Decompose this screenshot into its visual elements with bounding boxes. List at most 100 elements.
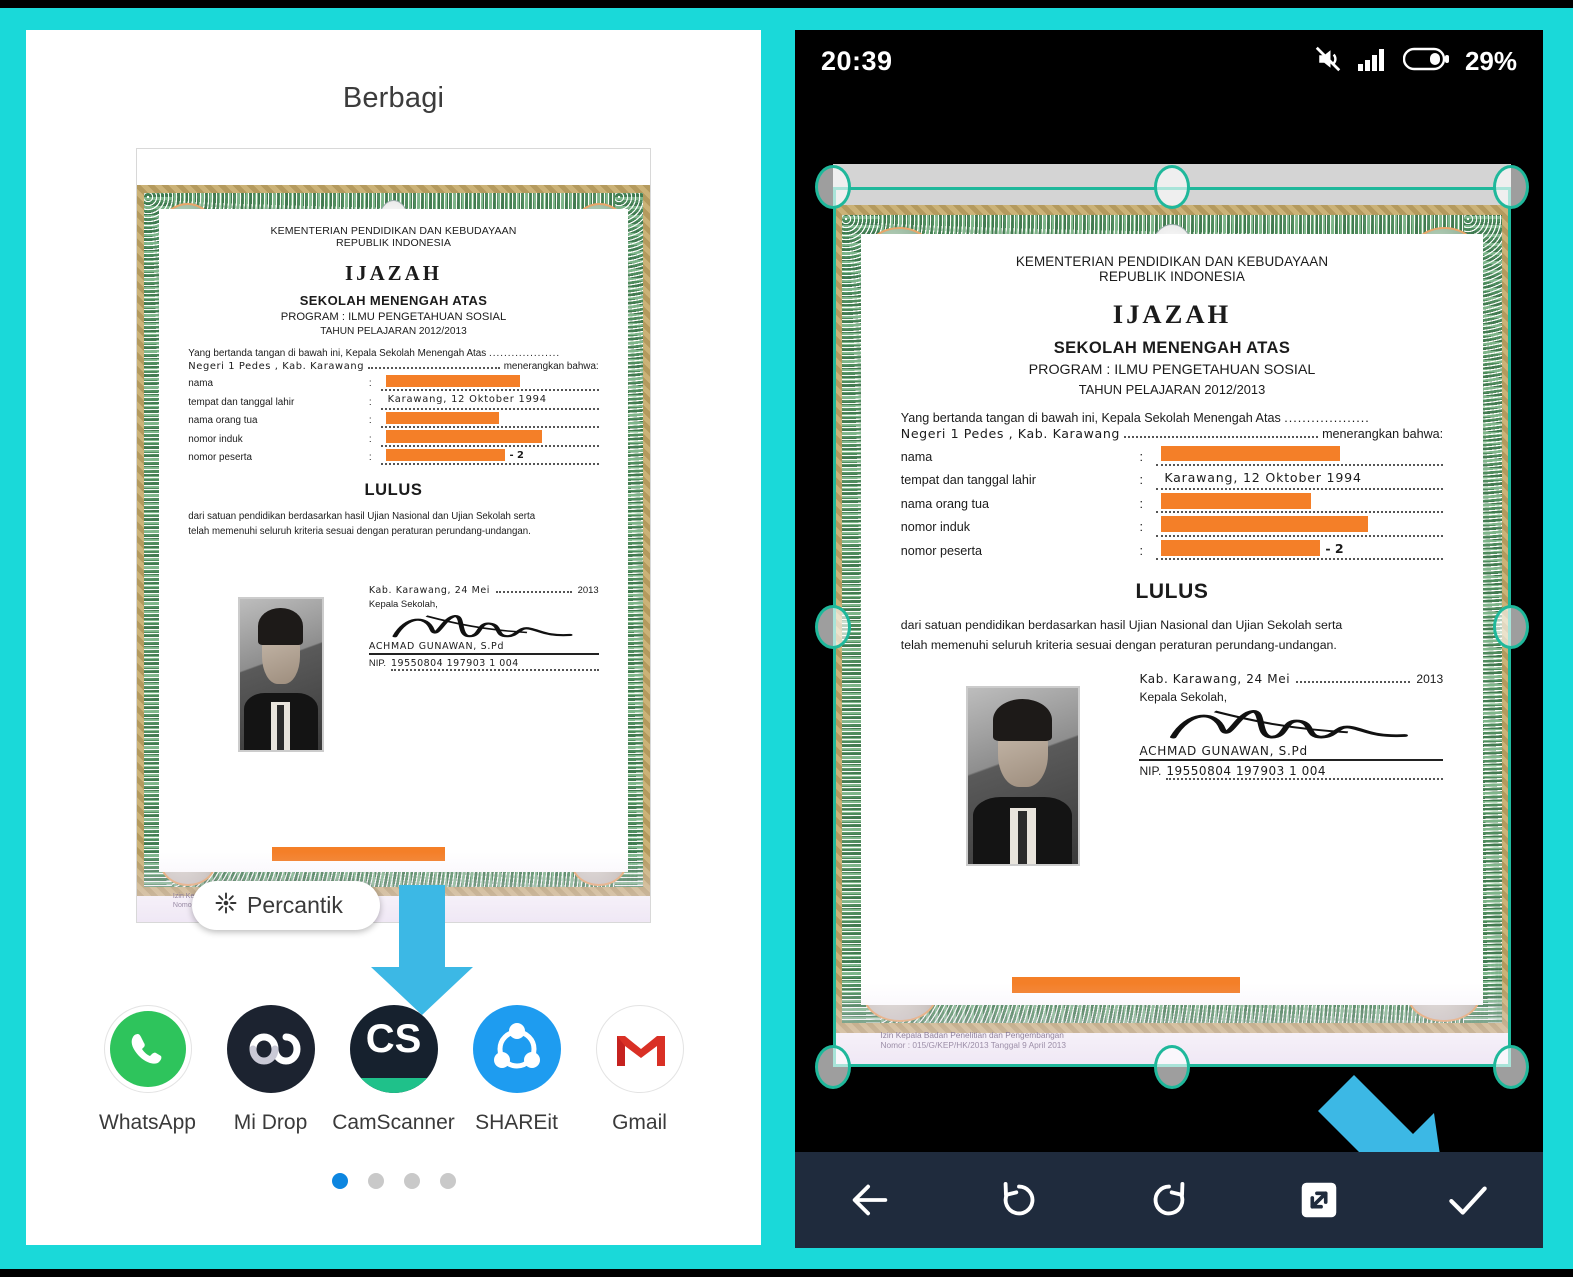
battery-percent: 29%: [1464, 45, 1517, 76]
cert-field-row: nama orang tua :: [900, 492, 1444, 514]
share-app-camscanner[interactable]: CS CamScanner: [332, 1005, 455, 1135]
share-app-whatsapp[interactable]: WhatsApp: [86, 1005, 209, 1135]
redaction-bar: [1161, 445, 1340, 462]
certificate-image: 🦅 KEMENTERIAN PENDIDIKAN DAN KEBUDAYAAN …: [137, 149, 650, 922]
redaction-bar: [1161, 539, 1320, 556]
field-value: [381, 411, 599, 429]
cert-field-row: nomor peserta : - 2: [901, 539, 1444, 561]
whatsapp-icon: [103, 1005, 192, 1093]
crop-handle-top-right[interactable]: [1493, 165, 1529, 209]
camscanner-icon: CS: [349, 1005, 438, 1093]
scanned-page: 🦅 KEMENTERIAN PENDIDIKAN DAN KEBUDAYAAN …: [833, 164, 1511, 1064]
signature-scribble: [1139, 705, 1443, 744]
battery-icon: [1402, 46, 1451, 77]
share-app-midrop[interactable]: Mi Drop: [209, 1005, 332, 1135]
enhance-button[interactable]: Percantik: [192, 881, 380, 930]
crop-canvas[interactable]: 🦅 KEMENTERIAN PENDIDIKAN DAN KEBUDAYAAN …: [795, 92, 1543, 1152]
field-value: [1155, 492, 1444, 514]
cert-statement-2: telah memenuhi seluruh kriteria sesuai d…: [188, 526, 531, 538]
cert-program: PROGRAM : ILMU PENGETAHUAN SOSIAL: [280, 311, 507, 324]
back-button[interactable]: [824, 1154, 916, 1246]
nip-value: 19550804 197903 1 004: [391, 658, 599, 672]
share-app-label: WhatsApp: [99, 1111, 196, 1134]
nip-label: NIP.: [1139, 764, 1162, 779]
field-colon: :: [368, 396, 372, 408]
cert-intro: Yang bertanda tangan di bawah ini, Kepal…: [900, 410, 1370, 425]
cert-result: LULUS: [1135, 580, 1209, 604]
field-colon: :: [1139, 520, 1143, 535]
page-dot-4[interactable]: [439, 1173, 456, 1189]
crop-handle-middle-left[interactable]: [815, 605, 851, 649]
nip-row: NIP. 19550804 197903 1 004: [369, 658, 599, 672]
cert-school-year: TAHUN PELAJARAN 2012/2013: [1078, 382, 1266, 398]
gmail-icon: [595, 1005, 684, 1093]
cert-school-name: Negeri 1 Pedes , Kab. Karawang: [188, 360, 365, 372]
cert-top-margin: [137, 149, 650, 188]
page-dot-2[interactable]: [367, 1173, 384, 1189]
confirm-button[interactable]: [1422, 1154, 1514, 1246]
participant-suffix: - 2: [509, 449, 524, 461]
ministry-line-1: KEMENTERIAN PENDIDIKAN DAN KEBUDAYAAN: [1015, 254, 1329, 269]
cert-intro-text: Yang bertanda tangan di bawah ini, Kepal…: [900, 410, 1281, 425]
signature-place-date: Kab. Karawang, 24 Mei: [368, 584, 490, 596]
signer-name: ACHMAD GUNAWAN, S.Pd: [1139, 744, 1444, 761]
document-preview[interactable]: 🦅 KEMENTERIAN PENDIDIKAN DAN KEBUDAYAAN …: [136, 148, 651, 923]
field-value: [1155, 445, 1444, 466]
camscanner-crop-panel: 20:39 29% KEMENTERIAN PENDIDIKAN DAN KEB…: [795, 30, 1543, 1248]
field-label: nomor induk: [188, 433, 243, 445]
cert-school-name-row: Negeri 1 Pedes , Kab. Karawang menerangk…: [188, 360, 598, 372]
field-label: tempat dan tanggal lahir: [188, 396, 295, 408]
sparkle-icon: [214, 891, 238, 920]
share-app-shareit[interactable]: SHAREit: [455, 1005, 578, 1135]
field-colon: :: [1139, 544, 1143, 559]
crop-handle-bottom-right[interactable]: [1493, 1045, 1529, 1089]
cert-field-list: nama : tempat dan tanggal lahir : Karawa…: [188, 374, 599, 466]
cert-field-row: nomor induk :: [900, 516, 1444, 537]
signature-year: 2013: [577, 584, 599, 596]
photo-tie: [1018, 811, 1028, 864]
field-label: nomor induk: [900, 520, 971, 535]
field-label: nama orang tua: [900, 496, 990, 511]
signal-icon: [1357, 46, 1389, 77]
page-indicator[interactable]: [26, 1173, 761, 1189]
student-photo: [237, 597, 324, 752]
cert-text-body: KEMENTERIAN PENDIDIKAN DAN KEBUDAYAAN RE…: [900, 254, 1444, 974]
page-title: Berbagi: [342, 82, 445, 114]
cert-field-list: nama : tempat dan tanggal lahir : Karawa…: [900, 445, 1444, 561]
share-app-gmail[interactable]: Gmail: [578, 1005, 701, 1135]
redaction-bar: [385, 411, 499, 425]
share-app-label: SHAREit: [475, 1111, 558, 1134]
cert-field-row: nomor peserta : - 2: [188, 448, 599, 466]
crop-handle-middle-right[interactable]: [1493, 605, 1529, 649]
field-label: nama: [900, 449, 933, 464]
rotate-left-button[interactable]: [973, 1154, 1065, 1246]
signer-name: ACHMAD GUNAWAN, S.Pd: [368, 641, 599, 656]
expand-button[interactable]: [1273, 1154, 1365, 1246]
ministry-line-2: REPUBLIK INDONESIA: [336, 237, 451, 250]
crop-handle-top-center[interactable]: [1154, 165, 1190, 209]
crop-handle-bottom-left[interactable]: [815, 1045, 851, 1089]
field-label: nama orang tua: [188, 415, 258, 427]
crop-handle-bottom-center[interactable]: [1154, 1045, 1190, 1089]
cert-school-year: TAHUN PELAJARAN 2012/2013: [320, 326, 467, 338]
cert-level: SEKOLAH MENENGAH ATAS: [299, 292, 488, 308]
cert-title: IJAZAH: [345, 261, 442, 286]
cert-field-row: nama orang tua :: [188, 411, 599, 429]
field-colon: :: [368, 415, 372, 427]
cert-level: SEKOLAH MENENGAH ATAS: [1053, 337, 1291, 357]
cert-intro: Yang bertanda tangan di bawah ini, Kepal…: [188, 348, 561, 360]
rotate-right-button[interactable]: [1123, 1154, 1215, 1246]
page-dot-1[interactable]: [331, 1173, 348, 1189]
participant-suffix: - 2: [1325, 540, 1344, 556]
signature-date-row: Kab. Karawang, 24 Mei 2013: [1139, 672, 1443, 686]
crop-handle-top-left[interactable]: [815, 165, 851, 209]
field-label: nomor peserta: [188, 452, 252, 464]
bottom-black-bar: [0, 1269, 1573, 1277]
signature-year: 2013: [1416, 671, 1444, 686]
cert-field-row: nama :: [188, 374, 599, 392]
mute-icon: [1313, 44, 1343, 79]
redaction-bar: [385, 448, 506, 462]
cert-field-row: tempat dan tanggal lahir : Karawang, 12 …: [901, 470, 1444, 490]
signature-block: Kab. Karawang, 24 Mei 2013 Kepala Sekola…: [368, 584, 599, 672]
page-dot-3[interactable]: [403, 1173, 420, 1189]
